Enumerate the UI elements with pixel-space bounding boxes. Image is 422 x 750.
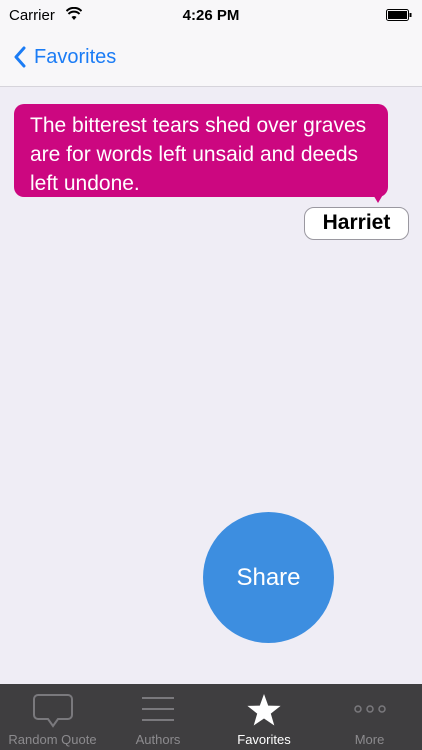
battery-icon — [386, 9, 412, 21]
tab-random-quote[interactable]: Random Quote — [0, 684, 105, 750]
status-bar: Carrier 4:26 PM — [0, 0, 422, 30]
list-icon — [142, 697, 174, 721]
tab-authors[interactable]: Authors — [105, 684, 211, 750]
quote-bubble-tail — [372, 193, 384, 203]
speech-bubble-icon — [32, 694, 73, 728]
share-button[interactable]: Share — [203, 512, 334, 643]
back-label: Favorites — [34, 45, 117, 68]
chevron-left-icon — [14, 46, 26, 68]
tab-label: More — [354, 732, 385, 747]
tab-bar: Random Quote Authors Favorites More — [0, 684, 422, 750]
tab-label: Random Quote — [8, 732, 97, 747]
tab-more[interactable]: More — [317, 684, 422, 750]
tab-label: Authors — [135, 732, 181, 747]
author-badge[interactable]: Harriet — [304, 207, 409, 240]
tab-favorites[interactable]: Favorites — [211, 684, 317, 750]
clock: 4:26 PM — [182, 7, 240, 24]
tab-label: Favorites — [237, 732, 291, 747]
star-icon — [247, 694, 281, 726]
quote-bubble: The bitterest tears shed over graves are… — [14, 104, 388, 197]
top-bar: Carrier 4:26 PM Favorites — [0, 0, 422, 87]
back-button[interactable]: Favorites — [14, 42, 116, 72]
more-dots-icon — [353, 705, 386, 713]
